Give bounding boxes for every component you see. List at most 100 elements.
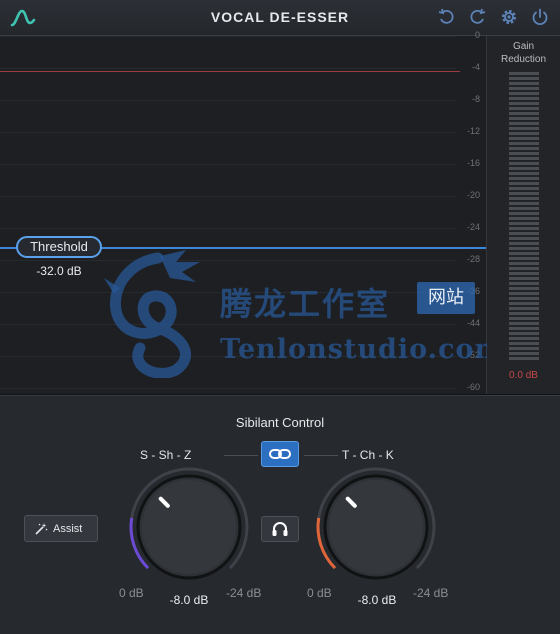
meter-segment bbox=[509, 342, 539, 345]
meter-segment bbox=[509, 287, 539, 290]
meter-segment bbox=[509, 112, 539, 115]
left-knob-min: 0 dB bbox=[119, 586, 144, 600]
meter-segment bbox=[509, 262, 539, 265]
assist-button[interactable]: Assist bbox=[24, 515, 98, 542]
band-left-label: S - Sh - Z bbox=[140, 448, 192, 462]
left-band-knob[interactable] bbox=[127, 465, 251, 589]
meter-segment bbox=[509, 312, 539, 315]
band-right-label: T - Ch - K bbox=[342, 448, 394, 462]
meter-segment bbox=[509, 127, 539, 130]
graph-tick-label: -44 bbox=[466, 318, 480, 328]
magic-wand-icon bbox=[35, 523, 48, 535]
threshold-value: -32.0 dB bbox=[36, 264, 82, 278]
meter-segment bbox=[509, 212, 539, 215]
left-knob-value: -8.0 dB bbox=[169, 593, 209, 607]
section-title: Sibilant Control bbox=[235, 415, 325, 430]
graph-tick-label: -20 bbox=[466, 190, 480, 200]
divider-left bbox=[224, 455, 258, 456]
meter-segment bbox=[509, 332, 539, 335]
meter-segment bbox=[509, 317, 539, 320]
meter-segment bbox=[509, 137, 539, 140]
right-band-knob[interactable] bbox=[314, 465, 438, 589]
meter-segment bbox=[509, 217, 539, 220]
graph-tick-label: -8 bbox=[471, 94, 480, 104]
meter-segment bbox=[509, 117, 539, 120]
meter-segment bbox=[509, 227, 539, 230]
meter-segment bbox=[509, 97, 539, 100]
threshold-handle[interactable]: Threshold bbox=[16, 236, 102, 258]
meter-title: Gain Reduction bbox=[487, 40, 560, 66]
meter-segment bbox=[509, 162, 539, 165]
settings-gear-icon[interactable] bbox=[499, 7, 519, 27]
graph-tick-label: -12 bbox=[466, 126, 480, 136]
meter-segment bbox=[509, 177, 539, 180]
meter-segment bbox=[509, 192, 539, 195]
meter-value: 0.0 dB bbox=[509, 370, 538, 381]
graph-grid bbox=[0, 36, 456, 389]
meter-segment bbox=[509, 337, 539, 340]
headphones-icon bbox=[272, 522, 288, 536]
meter-segment bbox=[509, 132, 539, 135]
right-knob-value: -8.0 dB bbox=[357, 593, 397, 607]
meter-segment bbox=[509, 327, 539, 330]
meter-segment bbox=[509, 272, 539, 275]
meter-segment bbox=[509, 107, 539, 110]
meter-segment bbox=[509, 347, 539, 350]
power-icon[interactable] bbox=[530, 7, 550, 27]
meter-segment bbox=[509, 322, 539, 325]
meter-segment bbox=[509, 147, 539, 150]
left-knob-max: -24 dB bbox=[226, 586, 262, 600]
gain-reduction-meter: Gain Reduction 0.0 dB bbox=[487, 36, 560, 394]
meter-segment bbox=[509, 187, 539, 190]
meter-segment bbox=[509, 237, 539, 240]
meter-segment bbox=[509, 197, 539, 200]
redo-icon[interactable] bbox=[467, 7, 487, 27]
assist-label: Assist bbox=[53, 523, 83, 535]
meter-segment bbox=[509, 167, 539, 170]
meter-segment bbox=[509, 122, 539, 125]
meter-segment bbox=[509, 232, 539, 235]
meter-segment bbox=[509, 102, 539, 105]
meter-segment bbox=[509, 92, 539, 95]
meter-segment bbox=[509, 77, 539, 80]
right-knob-min: 0 dB bbox=[307, 586, 332, 600]
divider-right bbox=[304, 455, 338, 456]
meter-segment bbox=[509, 182, 539, 185]
meter-segment bbox=[509, 267, 539, 270]
meter-segment bbox=[509, 257, 539, 260]
meter-segment bbox=[509, 282, 539, 285]
meter-segment bbox=[509, 172, 539, 175]
meter-segment bbox=[509, 207, 539, 210]
sibilant-control-panel: Sibilant Control S - Sh - Z T - Ch - K A… bbox=[0, 395, 560, 634]
meter-segment bbox=[509, 292, 539, 295]
meter-segment bbox=[509, 242, 539, 245]
meter-segment bbox=[509, 72, 539, 75]
meter-segment bbox=[509, 352, 539, 355]
meter-segment bbox=[509, 357, 539, 360]
graph-tick-label: -36 bbox=[466, 286, 480, 296]
meter-segment bbox=[509, 142, 539, 145]
meter-segment bbox=[509, 82, 539, 85]
threshold-graph[interactable]: 0 -4 -8 -12 -16 -20 -24 -28 -36 -44 -52 -60 Thresho… bbox=[0, 30, 487, 394]
link-chain-icon bbox=[269, 449, 291, 459]
meter-segment bbox=[509, 297, 539, 300]
link-button[interactable] bbox=[261, 441, 299, 467]
meter-segment bbox=[509, 277, 539, 280]
listen-button[interactable] bbox=[261, 516, 299, 542]
ceiling-line bbox=[0, 71, 460, 72]
graph-tick-label: -16 bbox=[466, 158, 480, 168]
meter-segment bbox=[509, 87, 539, 90]
graph-tick-label: -28 bbox=[466, 254, 480, 264]
meter-segment bbox=[509, 222, 539, 225]
meter-segment bbox=[509, 302, 539, 305]
undo-icon[interactable] bbox=[437, 7, 457, 27]
meter-segment bbox=[509, 247, 539, 250]
graph-tick-label: -52 bbox=[466, 350, 480, 360]
graph-tick-label: -24 bbox=[466, 222, 480, 232]
meter-segment bbox=[509, 252, 539, 255]
graph-tick-label: 0 bbox=[474, 30, 480, 40]
meter-segments bbox=[509, 72, 539, 360]
meter-segment bbox=[509, 307, 539, 310]
meter-segment bbox=[509, 157, 539, 160]
graph-tick-label: -4 bbox=[471, 62, 480, 72]
